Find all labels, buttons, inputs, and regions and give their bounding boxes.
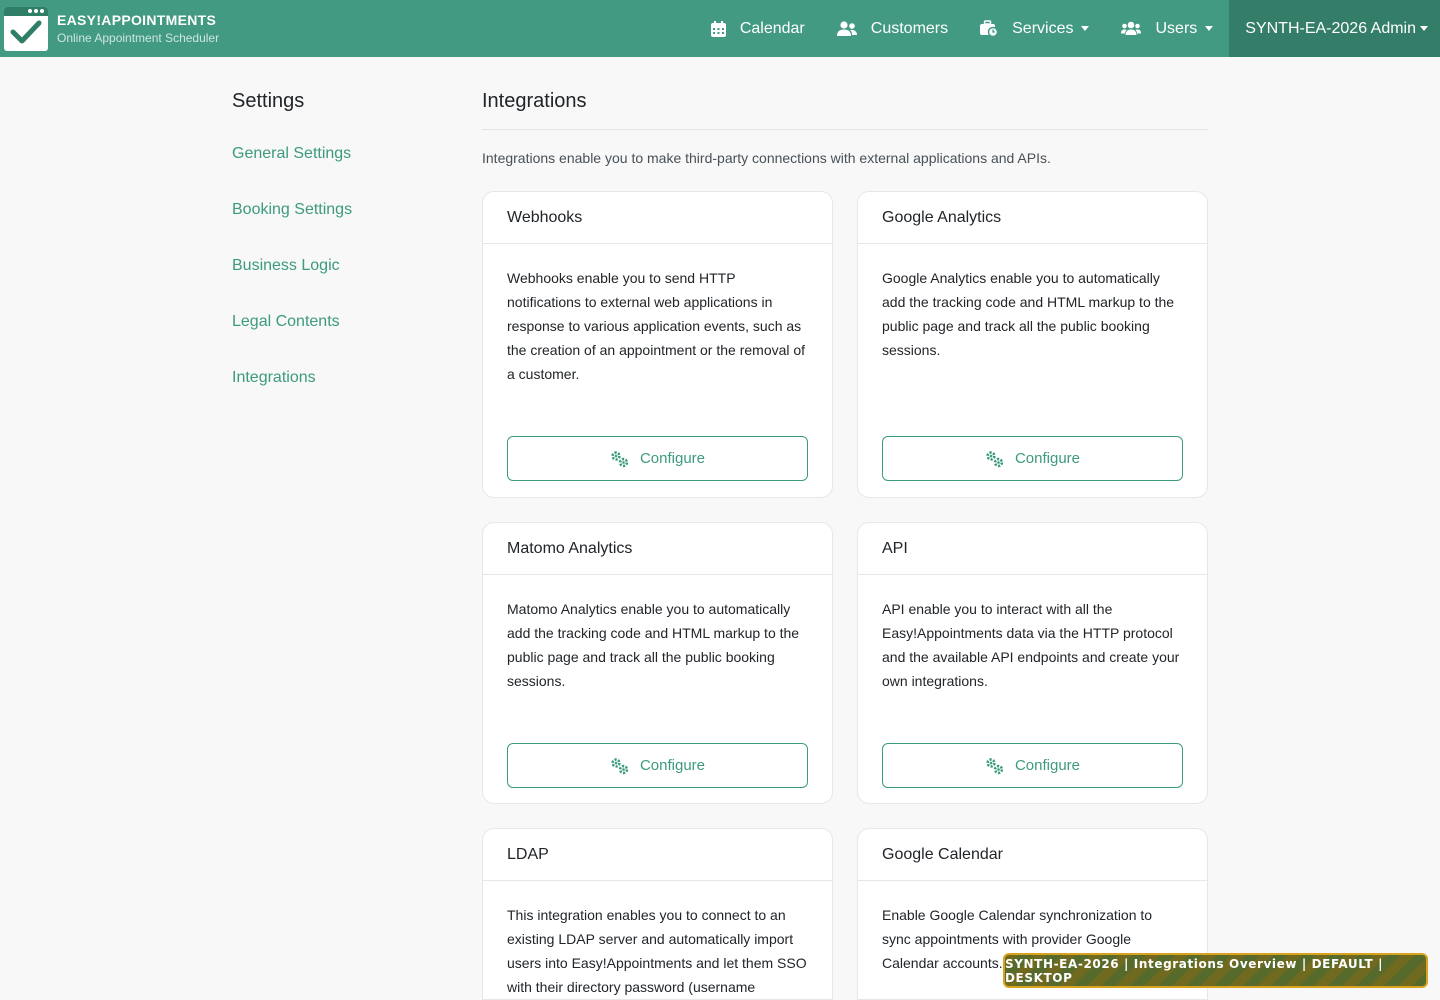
- integration-card-matomo-analytics: Matomo Analytics Matomo Analytics enable…: [482, 522, 833, 804]
- nav-services-label: Services: [1012, 19, 1074, 37]
- card-title: Webhooks: [483, 192, 832, 244]
- card-description: Webhooks enable you to send HTTP notific…: [507, 270, 806, 382]
- card-title: Google Analytics: [858, 192, 1207, 244]
- integration-card-google-analytics: Google Analytics Google Analytics enable…: [857, 191, 1208, 498]
- nav-calendar[interactable]: Calendar: [695, 0, 821, 57]
- card-description: API enable you to interact with all the …: [882, 601, 1180, 689]
- app-logo-icon: [4, 6, 48, 51]
- nav-customers-label: Customers: [870, 19, 949, 37]
- configure-label: Configure: [1014, 450, 1081, 467]
- configure-google-analytics-button[interactable]: Configure: [882, 436, 1183, 481]
- integration-card-webhooks: Webhooks Webhooks enable you to send HTT…: [482, 191, 833, 498]
- card-title: LDAP: [483, 829, 832, 881]
- calendar-icon: [710, 20, 726, 37]
- gears-icon: [611, 450, 629, 467]
- chevron-down-icon: [1205, 26, 1214, 31]
- configure-label: Configure: [639, 757, 706, 774]
- chevron-down-icon: [1420, 26, 1428, 31]
- brand-name: EASY!APPOINTMENTS: [57, 12, 217, 28]
- gears-icon: [986, 450, 1004, 467]
- card-description: Google Analytics enable you to automatic…: [882, 270, 1175, 358]
- sidebar-item-general-settings[interactable]: General Settings: [232, 144, 452, 200]
- configure-api-button[interactable]: Configure: [882, 743, 1183, 788]
- integrations-section: Integrations Integrations enable you to …: [482, 88, 1208, 167]
- configure-webhooks-button[interactable]: Configure: [507, 436, 808, 481]
- card-title: Matomo Analytics: [483, 523, 832, 575]
- services-icon: [980, 20, 999, 37]
- nav-services[interactable]: Services: [964, 0, 1105, 57]
- card-title: API: [858, 523, 1207, 575]
- card-description: This integration enables you to connect …: [507, 907, 807, 995]
- sidebar-title: Settings: [232, 90, 305, 112]
- nav-users[interactable]: Users: [1105, 0, 1229, 57]
- brand-subtitle: Online Appointment Scheduler: [57, 31, 220, 45]
- sidebar-item-integrations[interactable]: Integrations: [232, 368, 452, 424]
- customers-icon: [836, 20, 857, 36]
- configure-label: Configure: [639, 450, 706, 467]
- title-divider: [482, 129, 1208, 130]
- gears-icon: [986, 757, 1004, 774]
- card-description: Matomo Analytics enable you to automatic…: [507, 601, 800, 689]
- sidebar-item-business-logic[interactable]: Business Logic: [232, 256, 452, 312]
- environment-badge: SYNTH-EA-2026 | Integrations Overview | …: [1003, 953, 1428, 988]
- configure-matomo-analytics-button[interactable]: Configure: [507, 743, 808, 788]
- main-nav: Calendar Customers Services Users SYNTH-…: [695, 0, 1440, 57]
- brand[interactable]: EASY!APPOINTMENTS Online Appointment Sch…: [0, 0, 219, 57]
- integration-card-ldap: LDAP This integration enables you to con…: [482, 828, 833, 1000]
- nav-customers[interactable]: Customers: [821, 0, 964, 57]
- integration-card-api: API API enable you to interact with all …: [857, 522, 1208, 804]
- configure-label: Configure: [1014, 757, 1081, 774]
- top-navbar: EASY!APPOINTMENTS Online Appointment Sch…: [0, 0, 1440, 57]
- card-title: Google Calendar: [858, 829, 1207, 881]
- account-menu[interactable]: SYNTH-EA-2026 Admin: [1229, 0, 1440, 57]
- gears-icon: [611, 757, 629, 774]
- page-description: Integrations enable you to make third-pa…: [482, 150, 1051, 166]
- page-title: Integrations: [482, 90, 587, 112]
- account-name: SYNTH-EA-2026 Admin: [1245, 19, 1416, 37]
- users-icon: [1121, 21, 1142, 35]
- sidebar-item-booking-settings[interactable]: Booking Settings: [232, 200, 452, 256]
- nav-users-label: Users: [1155, 19, 1198, 37]
- nav-calendar-label: Calendar: [739, 19, 805, 37]
- settings-sidebar: Settings General Settings Booking Settin…: [232, 88, 452, 424]
- sidebar-item-legal-contents[interactable]: Legal Contents: [232, 312, 452, 368]
- chevron-down-icon: [1081, 26, 1090, 31]
